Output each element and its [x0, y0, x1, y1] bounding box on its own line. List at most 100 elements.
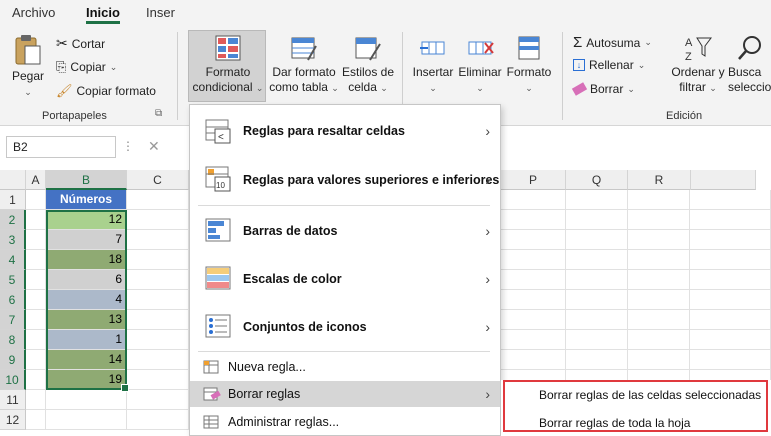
grid-cell[interactable]: [690, 190, 771, 210]
grid-cell[interactable]: [628, 310, 690, 330]
grid-cell[interactable]: [501, 210, 566, 230]
grid-cell[interactable]: [566, 290, 628, 310]
menu-item-clear-rules[interactable]: Borrar reglas ›: [190, 381, 500, 407]
value-cell[interactable]: 1: [46, 330, 127, 350]
grid-cell[interactable]: [501, 270, 566, 290]
grid-cell[interactable]: [127, 190, 189, 210]
column-header-r[interactable]: R S: [628, 170, 756, 190]
grid-cell[interactable]: [628, 350, 690, 370]
tab-inicio[interactable]: Inicio: [86, 5, 120, 24]
value-cell[interactable]: 14: [46, 350, 127, 370]
grid-cell[interactable]: [690, 330, 771, 350]
column-header-q[interactable]: Q: [566, 170, 628, 190]
grid-cell[interactable]: [127, 230, 189, 250]
grid-cell[interactable]: [127, 250, 189, 270]
select-all-corner[interactable]: [0, 170, 26, 190]
grid-cell[interactable]: [127, 330, 189, 350]
grid-cell[interactable]: [127, 410, 189, 430]
grid-cell[interactable]: [566, 350, 628, 370]
row-header[interactable]: 9: [0, 350, 26, 370]
chevron-down-icon[interactable]: ⌄: [256, 83, 264, 93]
menu-item-highlight-rules[interactable]: < Reglas para resaltar celdas ›: [190, 107, 500, 155]
value-cell[interactable]: 12: [46, 210, 127, 230]
header-cell-numeros[interactable]: Números: [46, 190, 127, 210]
more-options-icon[interactable]: ⋮: [122, 139, 134, 153]
value-cell[interactable]: 19: [46, 370, 127, 390]
grid-cell[interactable]: [566, 310, 628, 330]
grid-cell[interactable]: [26, 190, 46, 210]
grid-cell[interactable]: [566, 230, 628, 250]
cell-styles-button[interactable]: Estilos de celda ⌄: [340, 34, 396, 96]
grid-cell[interactable]: [628, 190, 690, 210]
column-header-c[interactable]: C: [127, 170, 189, 190]
copy-format-button[interactable]: 🖌 Copiar formato: [56, 83, 156, 99]
grid-cell[interactable]: [566, 190, 628, 210]
value-cell[interactable]: 7: [46, 230, 127, 250]
cut-button[interactable]: ✂ Cortar: [56, 35, 105, 52]
grid-cell[interactable]: [628, 230, 690, 250]
grid-cell[interactable]: [26, 350, 46, 370]
menu-item-top-bottom-rules[interactable]: 10 Reglas para valores superiores e infe…: [190, 155, 500, 205]
delete-button[interactable]: Eliminar ⌄: [456, 34, 504, 96]
chevron-down-icon[interactable]: ⌄: [429, 83, 437, 93]
column-header-p[interactable]: P: [501, 170, 566, 190]
grid-cell[interactable]: [566, 250, 628, 270]
grid-cell[interactable]: [628, 290, 690, 310]
grid-cell[interactable]: [501, 350, 566, 370]
format-button[interactable]: Formato ⌄: [504, 34, 554, 96]
value-cell[interactable]: 18: [46, 250, 127, 270]
row-header[interactable]: 8: [0, 330, 26, 350]
copy-button[interactable]: ⎘ Copiar ⌄: [56, 59, 117, 75]
grid-cell[interactable]: [566, 270, 628, 290]
grid-cell[interactable]: [127, 290, 189, 310]
row-header[interactable]: 11: [0, 390, 26, 410]
grid-cell[interactable]: [501, 290, 566, 310]
grid-cell[interactable]: [26, 250, 46, 270]
autosum-button[interactable]: Σ Autosuma ⌄: [573, 34, 652, 51]
grid-cell[interactable]: [26, 270, 46, 290]
chevron-down-icon[interactable]: ⌄: [644, 37, 652, 48]
menu-item-color-scales[interactable]: Escalas de color ›: [190, 255, 500, 303]
menu-item-data-bars[interactable]: Barras de datos ›: [190, 207, 500, 255]
row-header[interactable]: 5: [0, 270, 26, 290]
grid-cell[interactable]: [501, 310, 566, 330]
grid-cell[interactable]: [46, 410, 127, 430]
row-header[interactable]: 12: [0, 410, 26, 430]
grid-cell[interactable]: [690, 310, 771, 330]
cancel-icon[interactable]: ✕: [148, 138, 160, 155]
grid-cell[interactable]: [501, 230, 566, 250]
menu-item-manage-rules[interactable]: Administrar reglas...: [190, 409, 500, 435]
grid-cell[interactable]: [26, 310, 46, 330]
grid-cell[interactable]: [501, 190, 566, 210]
grid-cell[interactable]: [628, 330, 690, 350]
grid-cell[interactable]: [127, 370, 189, 390]
grid-cell[interactable]: [127, 390, 189, 410]
tab-archivo[interactable]: Archivo: [12, 5, 55, 20]
grid-cell[interactable]: [690, 290, 771, 310]
grid-cell[interactable]: [628, 210, 690, 230]
menu-item-icon-sets[interactable]: Conjuntos de iconos ›: [190, 303, 500, 351]
format-as-table-button[interactable]: Dar formato como tabla ⌄: [268, 34, 340, 96]
grid-cell[interactable]: [127, 270, 189, 290]
grid-cell[interactable]: [628, 270, 690, 290]
grid-cell[interactable]: [127, 210, 189, 230]
column-header-a[interactable]: A: [26, 170, 46, 190]
grid-cell[interactable]: [690, 210, 771, 230]
grid-cell[interactable]: [26, 210, 46, 230]
grid-cell[interactable]: [566, 210, 628, 230]
value-cell[interactable]: 4: [46, 290, 127, 310]
row-header[interactable]: 4: [0, 250, 26, 270]
column-header-b[interactable]: B: [46, 170, 127, 190]
row-header[interactable]: 1: [0, 190, 26, 210]
chevron-down-icon[interactable]: ⌄: [476, 83, 484, 93]
grid-cell[interactable]: [690, 270, 771, 290]
grid-cell[interactable]: [46, 390, 127, 410]
grid-cell[interactable]: [26, 230, 46, 250]
chevron-down-icon[interactable]: ⌄: [380, 83, 388, 93]
row-header[interactable]: 6: [0, 290, 26, 310]
conditional-format-button[interactable]: Formato condicional ⌄: [189, 34, 267, 96]
chevron-down-icon[interactable]: ⌄: [110, 62, 118, 73]
row-header[interactable]: 7: [0, 310, 26, 330]
grid-cell[interactable]: [26, 290, 46, 310]
grid-cell[interactable]: [628, 250, 690, 270]
